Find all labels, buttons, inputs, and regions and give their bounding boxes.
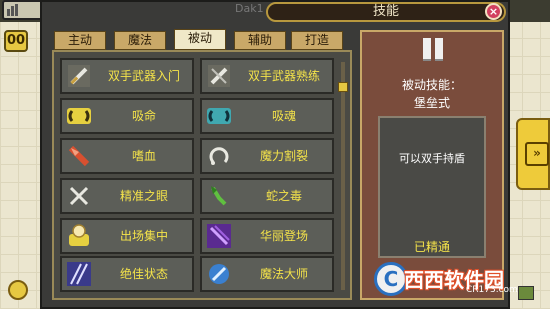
drain-life-icon <box>67 108 91 124</box>
close-button[interactable]: × <box>485 3 502 20</box>
window-title: 技能 <box>372 4 399 19</box>
tab-forge[interactable]: 打造 <box>291 31 343 50</box>
tab-magic[interactable]: 魔法 <box>114 31 166 50</box>
scrollbar-thumb[interactable] <box>338 82 348 92</box>
skill-description: 可以双手持盾 <box>399 152 465 165</box>
tab-active-skills[interactable]: 主动 <box>54 31 106 50</box>
skill-label: 双手武器熟练 <box>247 69 320 83</box>
description-box <box>378 116 486 258</box>
window-title-bar: 技能 <box>266 2 506 22</box>
sword-icon <box>208 65 230 87</box>
skill-label: 华丽登场 <box>259 229 308 243</box>
chest-icon <box>518 286 534 300</box>
skill-label: 吸魂 <box>271 109 296 123</box>
fortress-stance-icon <box>423 38 443 61</box>
skill-label: 嗜血 <box>131 149 156 163</box>
sword-icon <box>68 65 90 87</box>
scrollbar-track[interactable] <box>341 62 345 290</box>
detail-caption: 被动技能： <box>401 78 462 92</box>
magic-master-icon <box>209 264 229 284</box>
snake-venom-icon <box>211 186 227 206</box>
skill-label: 绝佳状态 <box>119 267 168 281</box>
gold-icon <box>7 4 18 16</box>
skill-item[interactable]: 吸魂 <box>200 98 334 134</box>
focus-icon <box>69 224 89 246</box>
skill-label: 魔法大师 <box>259 267 308 281</box>
skill-label: 魔力割裂 <box>259 149 308 163</box>
skill-item[interactable]: 双手武器熟练 <box>200 58 334 94</box>
skill-label: 出场集中 <box>119 229 168 243</box>
skill-item[interactable]: 嗜血 <box>60 138 194 174</box>
drain-soul-icon <box>207 108 231 124</box>
crossed-swords-icon <box>69 186 89 206</box>
skill-item[interactable]: 吸命 <box>60 98 194 134</box>
peak-state-icon <box>67 262 91 286</box>
skill-item[interactable]: 魔力割裂 <box>200 138 334 174</box>
skill-item[interactable]: 双手武器入门 <box>60 58 194 94</box>
skill-item[interactable]: 绝佳状态 <box>60 256 194 292</box>
background-label: Dak1 <box>235 2 264 15</box>
skill-item[interactable]: 精准之眼 <box>60 178 194 214</box>
double-chevron-right-icon: » <box>525 142 549 166</box>
skill-label: 吸命 <box>131 109 156 123</box>
tab-passive[interactable]: 被动 <box>174 29 226 50</box>
watermark-logo: C <box>374 262 408 296</box>
dpad-icon[interactable] <box>8 280 28 300</box>
grand-entrance-icon <box>207 224 231 248</box>
pause-button[interactable]: 00 <box>4 30 28 52</box>
side-expand-button[interactable]: » <box>516 118 550 190</box>
tab-support[interactable]: 辅助 <box>234 31 286 50</box>
skill-label: 精准之眼 <box>119 189 168 203</box>
skill-item[interactable]: 出场集中 <box>60 218 194 254</box>
bloodlust-icon <box>68 145 90 167</box>
skill-item[interactable]: 魔法大师 <box>200 256 334 292</box>
skill-label: 蛇之毒 <box>265 189 302 203</box>
mastered-status: 已精通 <box>413 240 450 254</box>
mana-rend-icon <box>209 147 229 165</box>
skill-item[interactable]: 华丽登场 <box>200 218 334 254</box>
skill-item[interactable]: 蛇之毒 <box>200 178 334 214</box>
detail-skill-name: 堡垒式 <box>413 96 450 110</box>
watermark-subtext: CR173.com <box>466 285 518 295</box>
skill-label: 双手武器入门 <box>107 69 180 83</box>
